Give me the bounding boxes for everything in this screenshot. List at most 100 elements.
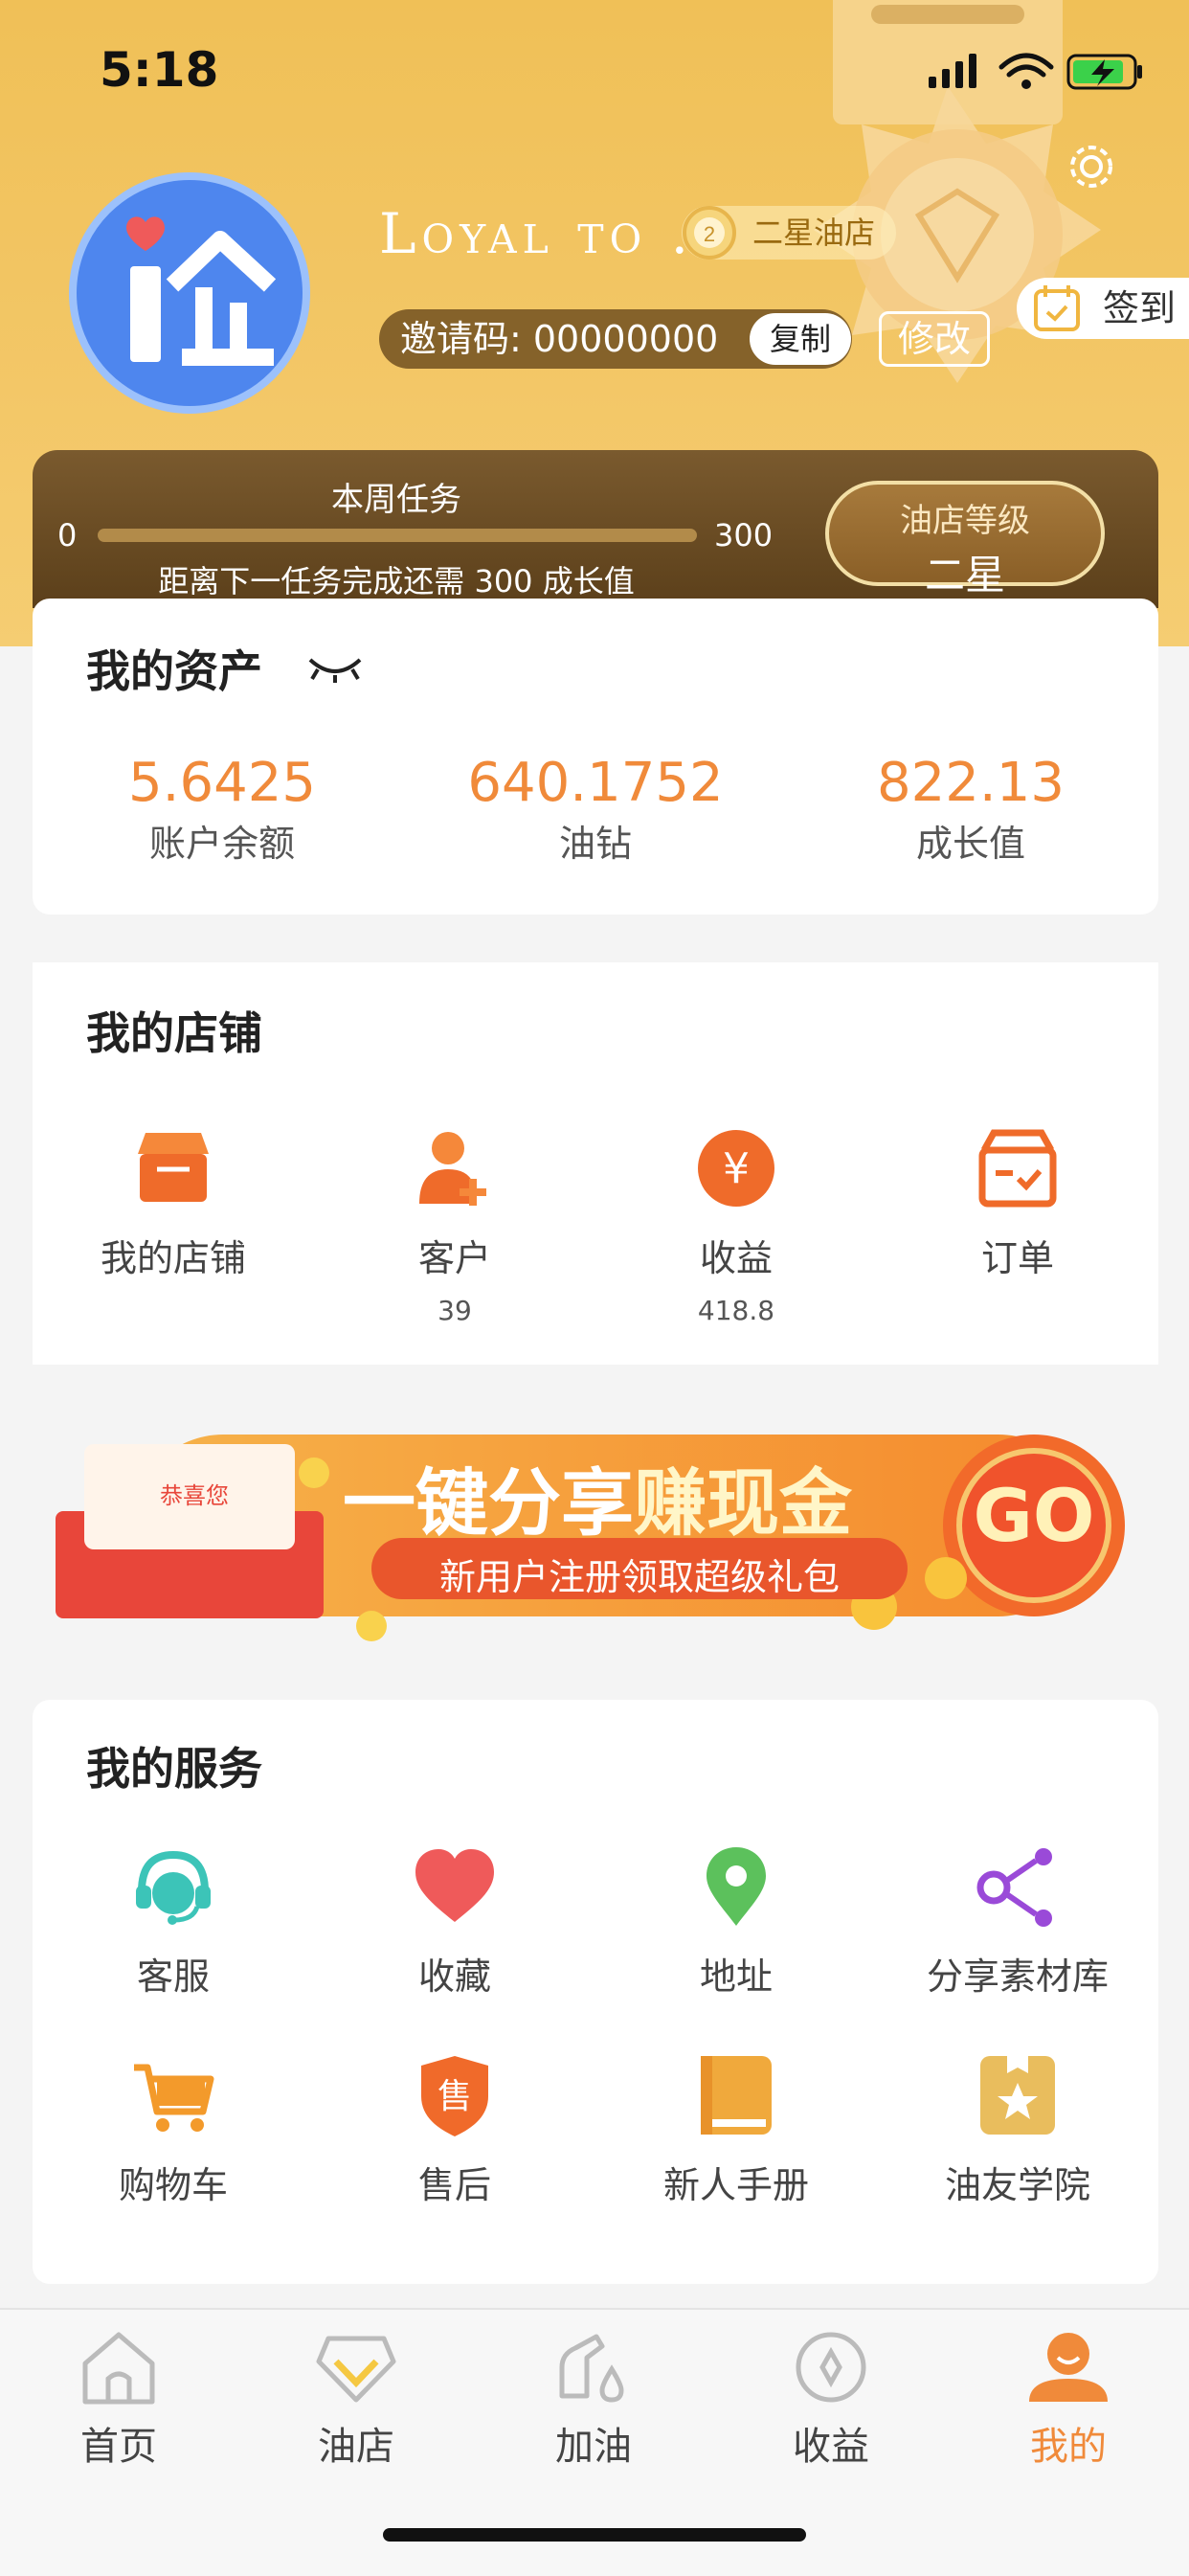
store-title: 我的店铺 (86, 1007, 262, 1059)
svg-text:2: 2 (704, 222, 715, 246)
heart-icon (415, 1849, 494, 1922)
tab-earnings[interactable]: 收益 (712, 2329, 950, 2471)
svg-text:售: 售 (437, 2077, 472, 2116)
avatar-logo-icon (126, 216, 277, 366)
tab-label: 油店 (318, 2425, 394, 2469)
calendar-check-icon (1034, 285, 1080, 331)
banner-headline-b: 赚现金 (634, 1460, 852, 1546)
store-item-amount: 418.8 (697, 1295, 775, 1326)
store-diamond-icon (316, 2336, 396, 2403)
after-sale-shield-icon: 售 (421, 2056, 488, 2136)
store-level-button[interactable]: 油店等级 二星 (825, 481, 1105, 599)
book-icon (701, 2056, 772, 2135)
asset-growth-label: 成长值 (915, 823, 1025, 865)
tab-home[interactable]: 首页 (0, 2329, 237, 2471)
service-item-label: 油友学院 (944, 2164, 1090, 2206)
share-banner[interactable]: 恭喜您 一键分享赚现金 新用户注册领取超级礼包 GO (56, 1415, 1133, 1641)
yen-coin-icon: ¥ (698, 1130, 774, 1207)
eye-closed-icon[interactable] (304, 646, 366, 685)
store-item-earnings[interactable]: ¥ 收益 418.8 (595, 1125, 877, 1326)
tab-label: 收益 (793, 2425, 869, 2469)
level-medal-icon: 2 (683, 206, 736, 260)
banner-subtitle: 新用户注册领取超级礼包 (438, 1556, 840, 1598)
service-item-customer-service[interactable]: 客服 (33, 1843, 314, 2000)
store-item-count: 39 (437, 1295, 472, 1326)
profile-icon (1029, 2333, 1108, 2402)
task-title: 本周任务 (331, 481, 461, 519)
task-hint: 距离下一任务完成还需 300 成长值 (158, 563, 635, 599)
store-item-label: 我的店铺 (100, 1237, 246, 1279)
avatar[interactable] (69, 172, 310, 414)
earnings-icon (796, 2332, 866, 2403)
task-min: 0 (57, 517, 78, 554)
task-progress-bar (98, 529, 697, 542)
service-item-label: 分享素材库 (926, 1955, 1109, 1998)
store-item-customers[interactable]: 客户 39 (314, 1125, 595, 1326)
store-level-value: 二星 (924, 552, 1005, 599)
tab-store[interactable]: 油店 (237, 2329, 475, 2471)
task-max: 300 (714, 517, 774, 554)
assets-title: 我的资产 (86, 645, 262, 697)
store-item-label: 订单 (980, 1237, 1054, 1279)
store-item-my-store[interactable]: 我的店铺 (33, 1125, 314, 1281)
assets-card: 我的资产 5.6425 账户余额 640.1752 油钻 822.13 成长值 (33, 599, 1158, 915)
asset-diamond[interactable]: 640.1752 油钻 (414, 752, 777, 867)
add-customer-icon (419, 1132, 486, 1206)
banner-headline: 一键分享赚现金 (343, 1444, 852, 1549)
service-item-share-library[interactable]: 分享素材库 (877, 1843, 1158, 2000)
store-level-label: 油店等级 (900, 502, 1030, 540)
asset-diamond-label: 油钻 (558, 823, 632, 865)
services-title: 我的服务 (86, 1743, 262, 1795)
store-item-label: 客户 (417, 1237, 491, 1279)
share-nodes-icon (976, 1848, 1052, 1927)
service-item-label: 售后 (417, 2164, 491, 2206)
status-icons (929, 53, 1142, 90)
cart-icon (134, 2064, 214, 2132)
edit-button[interactable]: 修改 (879, 311, 990, 367)
asset-balance-label: 账户余额 (148, 823, 295, 865)
asset-balance[interactable]: 5.6425 账户余额 (40, 752, 404, 867)
home-indicator (383, 2528, 806, 2542)
service-item-address[interactable]: 地址 (595, 1843, 877, 2000)
signin-label: 签到 (1103, 287, 1177, 329)
store-card: 我的店铺 我的店铺 客户 39 ¥ 收益 418.8 订单 (33, 962, 1158, 1365)
store-item-orders[interactable]: 订单 (877, 1125, 1158, 1281)
service-item-label: 新人手册 (662, 2164, 809, 2206)
tab-label: 首页 (80, 2425, 157, 2469)
location-pin-icon (707, 1847, 766, 1926)
order-box-icon (978, 1129, 1057, 1208)
copy-button[interactable]: 复制 (750, 313, 851, 365)
asset-growth-value: 822.13 (877, 752, 1065, 814)
tab-label: 我的 (1030, 2425, 1107, 2469)
svg-text:¥: ¥ (723, 1144, 750, 1193)
service-item-label: 购物车 (118, 2164, 228, 2206)
service-item-cart[interactable]: 购物车 (33, 2052, 314, 2208)
status-time: 5:18 (100, 42, 219, 98)
service-item-handbook[interactable]: 新人手册 (595, 2052, 877, 2208)
banner-headline-a: 一键分享 (343, 1460, 634, 1546)
service-item-favorites[interactable]: 收藏 (314, 1843, 595, 2000)
asset-balance-value: 5.6425 (128, 752, 316, 814)
tab-fuel[interactable]: 加油 (475, 2329, 712, 2471)
service-item-label: 收藏 (417, 1955, 491, 1998)
tab-label: 加油 (555, 2425, 632, 2469)
asset-growth[interactable]: 822.13 成长值 (789, 752, 1153, 867)
services-card: 我的服务 客服 收藏 地址 分享素材库 购物车 售 售后 新人手册 油友学院 (33, 1700, 1158, 2284)
service-item-label: 地址 (699, 1955, 773, 1998)
banner-tag: 恭喜您 (160, 1482, 229, 1509)
home-icon (82, 2332, 155, 2405)
settings-gear-icon[interactable] (1065, 140, 1118, 193)
weekly-task-panel: 本周任务 0 300 距离下一任务完成还需 300 成长值 油店等级 二星 (33, 450, 1158, 608)
tab-profile[interactable]: 我的 (950, 2329, 1187, 2471)
headset-icon (136, 1850, 211, 1925)
fuel-nozzle-icon (559, 2334, 624, 2403)
service-item-after-sale[interactable]: 售 售后 (314, 2052, 595, 2208)
academy-star-icon (980, 2056, 1055, 2135)
level-badge-label: 二星油店 (752, 215, 876, 251)
banner-go-button[interactable]: GO (959, 1473, 1109, 1558)
shop-icon (138, 1133, 209, 1202)
store-item-label: 收益 (699, 1237, 773, 1279)
username: Loyal to . (379, 201, 695, 266)
asset-diamond-value: 640.1752 (467, 752, 724, 814)
service-item-academy[interactable]: 油友学院 (877, 2052, 1158, 2208)
